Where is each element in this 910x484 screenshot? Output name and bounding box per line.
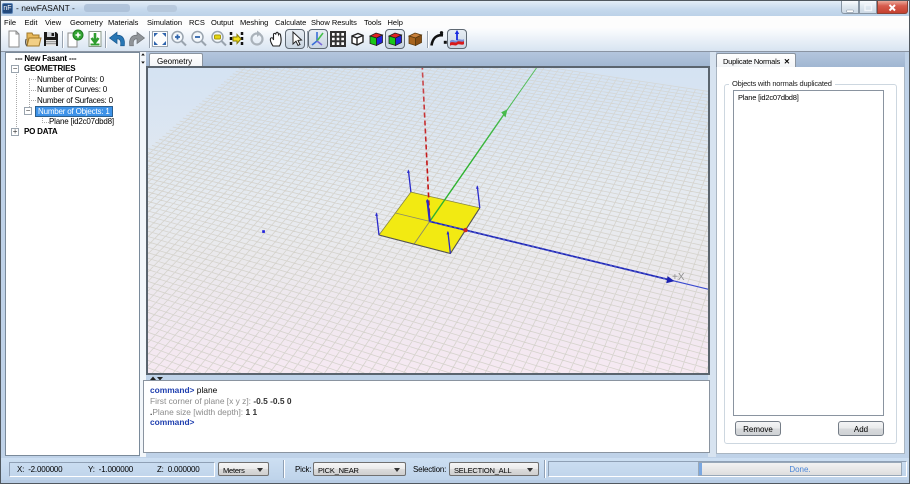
svg-text:+X: +X xyxy=(672,272,685,283)
